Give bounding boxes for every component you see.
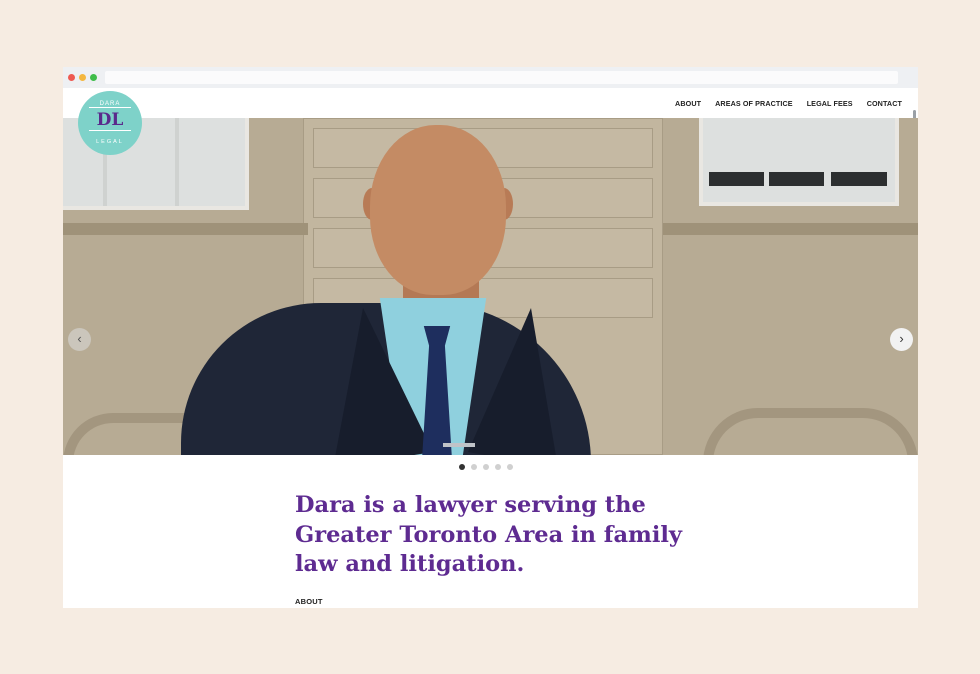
logo-divider [89, 107, 131, 108]
building-ledge [63, 223, 308, 235]
browser-window: ABOUT AREAS OF PRACTICE LEGAL FEES CONTA… [63, 67, 918, 608]
carousel-indicators [459, 464, 513, 470]
tie-clip [443, 443, 475, 447]
building-arch [703, 408, 918, 455]
browser-toolbar [63, 67, 918, 88]
carousel-dot[interactable] [495, 464, 501, 470]
address-bar[interactable] [105, 71, 898, 84]
logo-monogram: DL [96, 110, 124, 130]
carousel-dot[interactable] [507, 464, 513, 470]
maximize-window-button[interactable] [90, 74, 97, 81]
carousel-dot[interactable] [459, 464, 465, 470]
nav-contact[interactable]: CONTACT [867, 99, 902, 108]
site-logo[interactable]: DARA DL LEGAL [78, 91, 142, 155]
site-header: ABOUT AREAS OF PRACTICE LEGAL FEES CONTA… [63, 88, 918, 138]
carousel-prev-button[interactable]: ‹ [68, 328, 91, 351]
nav-about[interactable]: ABOUT [675, 99, 701, 108]
about-section-label: ABOUT [295, 597, 323, 606]
close-window-button[interactable] [68, 74, 75, 81]
hero-person-head [370, 125, 506, 295]
logo-divider [89, 130, 131, 131]
chevron-left-icon: ‹ [77, 331, 82, 346]
carousel-next-button[interactable]: › [890, 328, 913, 351]
hero-carousel: ‹ › [63, 118, 918, 455]
building-window [699, 118, 899, 206]
nav-areas-of-practice[interactable]: AREAS OF PRACTICE [715, 99, 793, 108]
page-headline: Dara is a lawyer serving the Greater Tor… [295, 492, 682, 577]
carousel-dot[interactable] [471, 464, 477, 470]
chevron-right-icon: › [899, 331, 904, 346]
minimize-window-button[interactable] [79, 74, 86, 81]
carousel-dot[interactable] [483, 464, 489, 470]
nav-legal-fees[interactable]: LEGAL FEES [807, 99, 853, 108]
main-nav: ABOUT AREAS OF PRACTICE LEGAL FEES CONTA… [675, 99, 902, 108]
building-ledge [663, 223, 918, 235]
logo-bottom-text: LEGAL [96, 139, 124, 145]
